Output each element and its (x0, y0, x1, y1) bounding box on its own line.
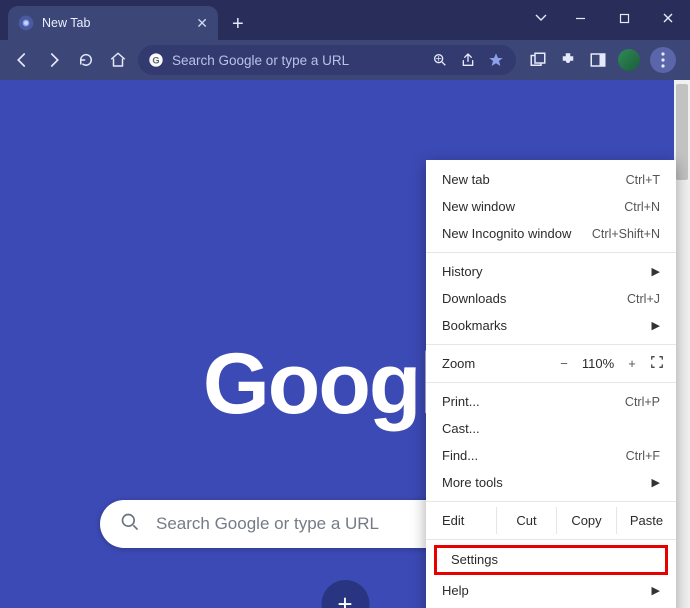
profile-avatar[interactable] (618, 49, 640, 71)
fullscreen-icon[interactable] (650, 355, 664, 372)
menu-separator (426, 382, 676, 383)
menu-settings[interactable]: Settings (434, 545, 668, 575)
menu-separator (426, 344, 676, 345)
chevron-right-icon: ▶ (652, 319, 660, 332)
menu-history[interactable]: History▶ (426, 258, 676, 285)
chevron-right-icon: ▶ (652, 265, 660, 278)
new-tab-page: Google Search Google or type a URL + Add… (0, 80, 690, 608)
magnifier-icon (120, 512, 140, 537)
chevron-right-icon: ▶ (652, 476, 660, 489)
browser-toolbar: G Search Google or type a URL (0, 40, 690, 80)
menu-help[interactable]: Help▶ (426, 577, 676, 604)
extensions-icon[interactable] (558, 50, 578, 70)
menu-separator (426, 252, 676, 253)
menu-paste[interactable]: Paste (616, 507, 676, 534)
window-titlebar: New Tab ✕ + (0, 0, 690, 40)
bookmark-star-icon[interactable] (486, 50, 506, 70)
maximize-button[interactable] (602, 0, 646, 36)
search-icon[interactable] (430, 50, 450, 70)
menu-edit-row: Edit Cut Copy Paste (426, 507, 676, 534)
tabs-icon[interactable] (528, 50, 548, 70)
menu-separator (426, 501, 676, 502)
add-shortcut-icon: + (321, 580, 369, 608)
new-tab-button[interactable]: + (232, 14, 244, 34)
menu-new-tab[interactable]: New tabCtrl+T (426, 166, 676, 193)
minimize-button[interactable] (558, 0, 602, 36)
menu-downloads[interactable]: DownloadsCtrl+J (426, 285, 676, 312)
chrome-icon (18, 15, 34, 31)
zoom-out-button[interactable]: − (552, 356, 576, 371)
forward-button[interactable] (42, 48, 66, 72)
close-window-button[interactable] (646, 0, 690, 36)
sidepanel-icon[interactable] (588, 50, 608, 70)
back-button[interactable] (10, 48, 34, 72)
menu-incognito[interactable]: New Incognito windowCtrl+Shift+N (426, 220, 676, 247)
home-button[interactable] (106, 48, 130, 72)
share-icon[interactable] (458, 50, 478, 70)
add-shortcut[interactable]: + Add shortcut (309, 580, 382, 608)
menu-separator (426, 539, 676, 540)
reload-button[interactable] (74, 48, 98, 72)
menu-cut[interactable]: Cut (496, 507, 556, 534)
menu-bookmarks[interactable]: Bookmarks▶ (426, 312, 676, 339)
chrome-menu: New tabCtrl+T New windowCtrl+N New Incog… (426, 160, 676, 608)
menu-more-tools[interactable]: More tools▶ (426, 469, 676, 496)
window-dropdown-icon[interactable] (524, 0, 558, 36)
more-menu-button[interactable] (650, 47, 676, 73)
scrollbar-thumb[interactable] (676, 84, 688, 180)
menu-new-window[interactable]: New windowCtrl+N (426, 193, 676, 220)
close-tab-icon[interactable]: ✕ (196, 15, 208, 32)
svg-text:G: G (152, 55, 159, 65)
menu-find[interactable]: Find...Ctrl+F (426, 442, 676, 469)
menu-edit-label: Edit (426, 507, 496, 534)
toolbar-right (524, 47, 680, 73)
browser-tab[interactable]: New Tab ✕ (8, 6, 218, 40)
menu-cast[interactable]: Cast... (426, 415, 676, 442)
zoom-level: 110% (576, 356, 620, 371)
zoom-in-button[interactable]: + (620, 356, 644, 371)
menu-print[interactable]: Print...Ctrl+P (426, 388, 676, 415)
window-controls (524, 0, 690, 36)
google-g-icon: G (148, 52, 164, 68)
tab-title: New Tab (42, 16, 188, 30)
omnibox[interactable]: G Search Google or type a URL (138, 45, 516, 75)
omnibox-placeholder: Search Google or type a URL (172, 53, 422, 68)
menu-zoom: Zoom − 110% + (426, 350, 676, 377)
scrollbar[interactable] (674, 80, 690, 608)
chevron-right-icon: ▶ (652, 584, 660, 597)
menu-copy[interactable]: Copy (556, 507, 616, 534)
ntp-search-placeholder: Search Google or type a URL (156, 514, 379, 534)
